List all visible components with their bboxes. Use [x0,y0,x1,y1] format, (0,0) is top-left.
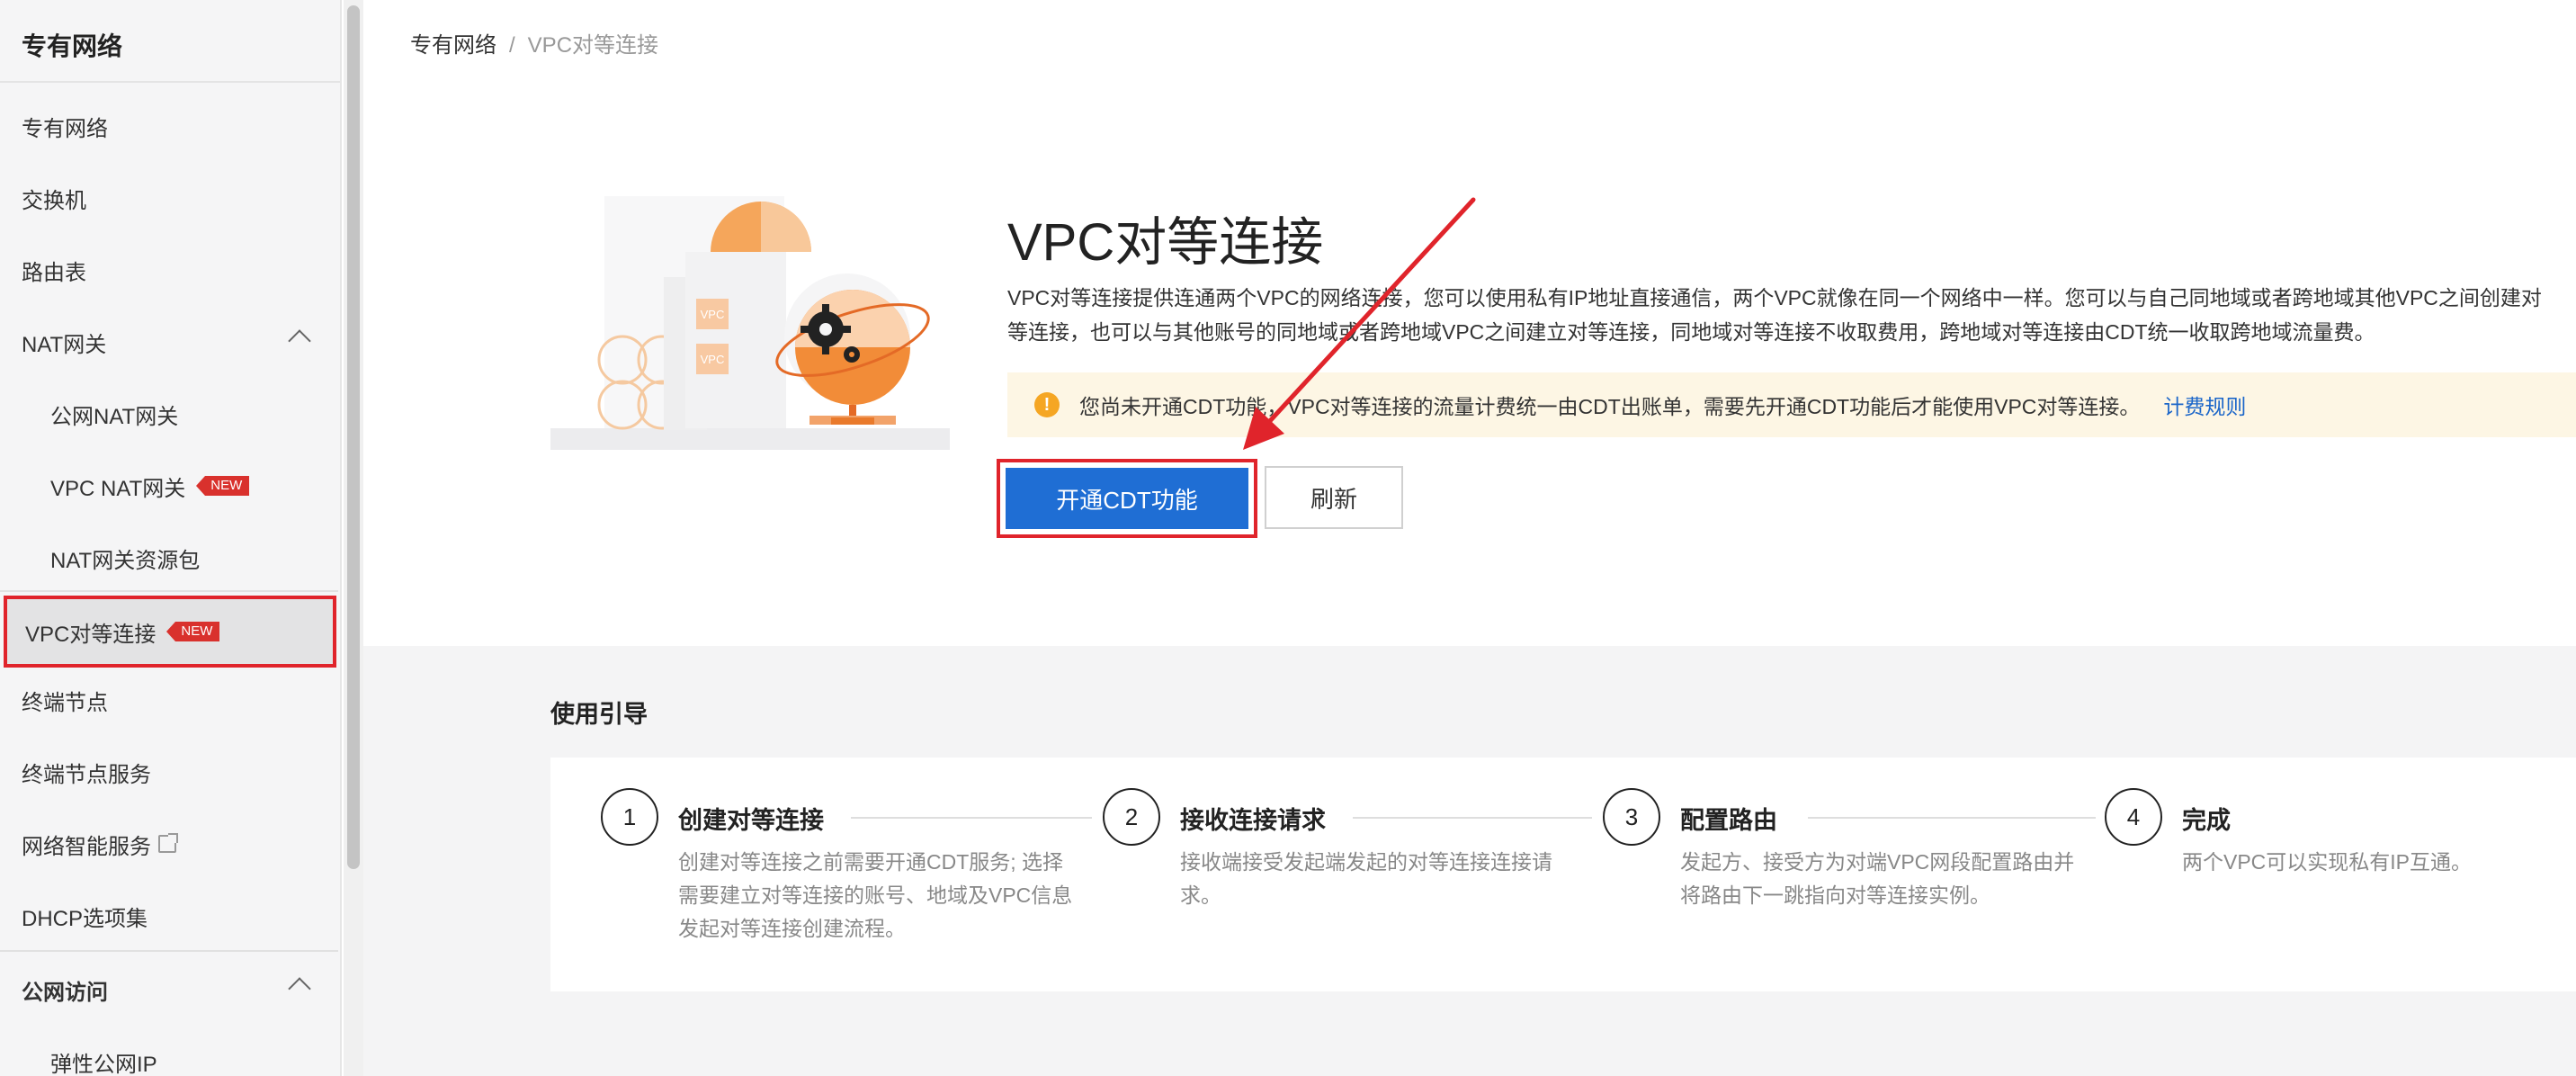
new-badge: NEW [196,476,250,496]
breadcrumb-root[interactable]: 专有网络 [410,33,496,58]
vpc-peering-illustration: VPC VPC [550,196,950,450]
step-number: 2 [1103,788,1160,846]
sidebar-group-nat-gateway[interactable]: NAT网关 [0,306,338,378]
sidebar-item-label: 路由表 [22,260,86,285]
guide-title: 使用引导 [550,701,648,728]
sidebar-item-label: 交换机 [22,188,86,213]
sidebar-item-label: VPC对等连接 [25,622,157,647]
step-title: 配置路由 [1680,807,1777,834]
sidebar-divider [0,590,338,592]
breadcrumb: 专有网络 / VPC对等连接 [410,27,658,58]
step-title: 创建对等连接 [678,807,824,834]
notice-text: 您尚未开通CDT功能，VPC对等连接的流量计费统一由CDT出账单，需要先开通CD… [1079,395,2141,418]
sidebar-item-vpc-peering[interactable]: VPC对等连接 NEW [4,596,336,668]
sidebar-item-endpoint[interactable]: 终端节点 [0,664,338,736]
sidebar-item-public-nat[interactable]: 公网NAT网关 [0,378,338,450]
page-description-line: 等连接，也可以与其他账号的同地域或者跨地域VPC之间建立对等连接，同地域对等连接… [1007,320,2375,344]
illustration-vpc-label: VPC [701,308,725,321]
highlight-box: 开通CDT功能 [997,459,1257,538]
refresh-button[interactable]: 刷新 [1265,466,1403,529]
sidebar-item-endpoint-service[interactable]: 终端节点服务 [0,736,338,808]
sidebar-item-nat-resource-pack[interactable]: NAT网关资源包 [0,522,338,594]
step-number: 1 [601,788,658,846]
sidebar-item-label: 终端节点服务 [22,762,151,787]
step-number: 4 [2105,788,2162,846]
sidebar-item-vpc[interactable]: 专有网络 [0,90,338,162]
step-description: 创建对等连接之前需要开通CDT服务; 选择需要建立对等连接的账号、地域及VPC信… [678,850,1073,940]
sidebar-item-vswitch[interactable]: 交换机 [0,162,338,234]
chevron-up-icon[interactable] [288,329,311,353]
sidebar-item-label: NAT网关资源包 [50,548,201,573]
step-number: 3 [1603,788,1660,846]
new-badge: NEW [166,622,220,641]
warning-icon: ! [1034,392,1060,417]
illustration-vpc-label: VPC [701,353,725,366]
sidebar-item-label: 专有网络 [22,116,108,141]
sidebar-item-eip[interactable]: 弹性公网IP [0,1026,338,1076]
enable-cdt-button[interactable]: 开通CDT功能 [1006,468,1248,529]
sidebar-item-label: 公网NAT网关 [50,404,179,429]
sidebar: 专有网络 专有网络 交换机 路由表 NAT网关 公网NAT网关 VPC NAT网… [0,0,342,1076]
sidebar-item-network-intelligence[interactable]: 网络智能服务 [0,808,338,880]
step-connector [1808,817,2096,819]
step-description: 接收端接受发起端发起的对等连接连接请求。 [1180,850,1552,907]
sidebar-item-label: 弹性公网IP [50,1052,157,1076]
sidebar-item-label: 公网访问 [22,980,108,1005]
external-link-icon [158,833,178,853]
sidebar-item-dhcp[interactable]: DHCP选项集 [0,880,338,952]
page-description: VPC对等连接提供连通两个VPC的网络连接，您可以使用私有IP地址直接通信，两个… [1007,281,2576,349]
step-title: 完成 [2182,807,2231,834]
breadcrumb-current: VPC对等连接 [527,33,659,58]
step-description: 发起方、接受方为对端VPC网段配置路由并将路由下一跳指向对等连接实例。 [1680,850,2075,907]
sidebar-item-label: DHCP选项集 [22,906,148,931]
sidebar-item-route-table[interactable]: 路由表 [0,234,338,306]
page-description-line: VPC对等连接提供连通两个VPC的网络连接，您可以使用私有IP地址直接通信，两个… [1007,286,2542,309]
page-title: VPC对等连接 [1007,213,1324,272]
sidebar-item-label: 网络智能服务 [22,834,151,859]
cdt-notice-banner: ! 您尚未开通CDT功能，VPC对等连接的流量计费统一由CDT出账单，需要先开通… [1007,372,2576,437]
step-title: 接收连接请求 [1180,807,1326,834]
sidebar-item-label: NAT网关 [22,332,107,357]
step-connector [851,817,1092,819]
chevron-up-icon[interactable] [288,977,311,1000]
step-description: 两个VPC可以实现私有IP互通。 [2182,850,2473,874]
sidebar-item-label: VPC NAT网关 [50,476,186,501]
billing-rules-link[interactable]: 计费规则 [2163,390,2246,420]
sidebar-item-vpc-nat[interactable]: VPC NAT网关 NEW [0,450,338,522]
sidebar-item-label: 终端节点 [22,690,108,715]
sidebar-title: 专有网络 [0,0,340,83]
breadcrumb-separator: / [509,33,515,58]
sidebar-scrollbar-thumb[interactable] [347,5,360,869]
guide-steps-card: 1 创建对等连接 创建对等连接之前需要开通CDT服务; 选择需要建立对等连接的账… [550,758,2576,991]
sidebar-group-public-access[interactable]: 公网访问 [0,954,338,1026]
sidebar-divider [0,950,338,952]
step-connector [1353,817,1592,819]
